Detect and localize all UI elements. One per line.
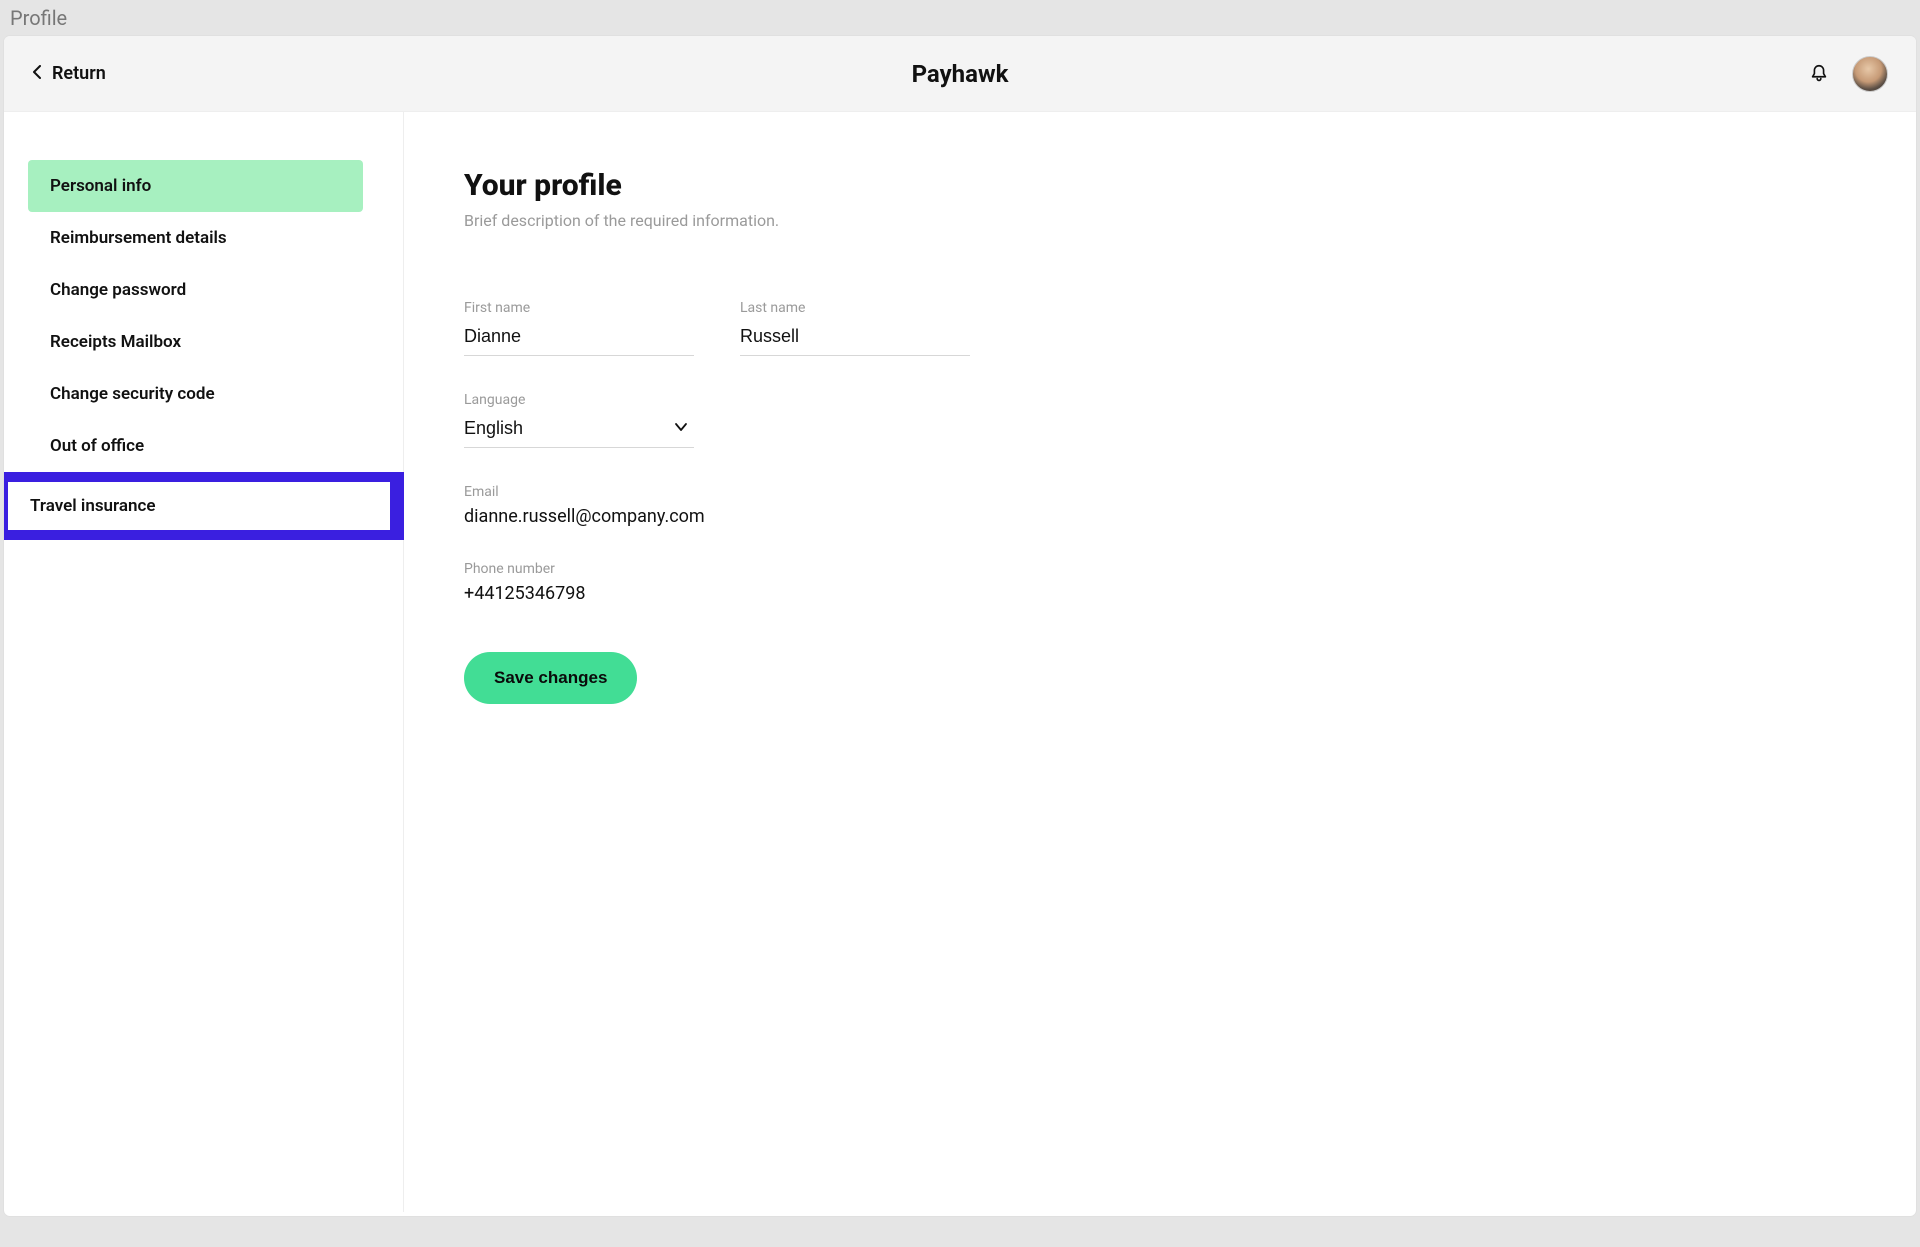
sidebar-item-travel-insurance[interactable]: Travel insurance <box>8 482 390 530</box>
language-label: Language <box>464 392 694 408</box>
first-name-input[interactable] <box>464 322 694 356</box>
chevron-left-icon <box>32 65 42 82</box>
sidebar-item-change-password[interactable]: Change password <box>28 264 363 316</box>
page-subtitle: Brief description of the required inform… <box>464 211 1916 230</box>
return-button[interactable]: Return <box>32 63 106 84</box>
sidebar: Personal infoReimbursement detailsChange… <box>4 112 404 1212</box>
avatar[interactable] <box>1852 56 1888 92</box>
sidebar-item-reimbursement-details[interactable]: Reimbursement details <box>28 212 363 264</box>
page-title: Your profile <box>464 168 1916 203</box>
phone-value: +44125346798 <box>464 583 1916 604</box>
phone-label: Phone number <box>464 561 1916 577</box>
sidebar-callout: Travel insurance <box>4 472 404 540</box>
brand-title: Payhawk <box>4 60 1916 88</box>
sidebar-item-personal-info[interactable]: Personal info <box>28 160 363 212</box>
first-name-label: First name <box>464 300 694 316</box>
language-select[interactable] <box>464 414 694 448</box>
return-label: Return <box>52 63 106 84</box>
profile-content: Your profile Brief description of the re… <box>404 112 1916 1212</box>
save-button[interactable]: Save changes <box>464 652 637 704</box>
last-name-label: Last name <box>740 300 970 316</box>
email-label: Email <box>464 484 1916 500</box>
sidebar-item-change-security-code[interactable]: Change security code <box>28 368 363 420</box>
sidebar-item-out-of-office[interactable]: Out of office <box>28 420 363 472</box>
sidebar-item-receipts-mailbox[interactable]: Receipts Mailbox <box>28 316 363 368</box>
sidebar-item-label: Travel insurance <box>30 496 156 516</box>
bell-icon[interactable] <box>1808 63 1830 85</box>
last-name-input[interactable] <box>740 322 970 356</box>
browser-tab-title: Profile <box>0 0 1920 36</box>
email-value: dianne.russell@company.com <box>464 506 1916 527</box>
